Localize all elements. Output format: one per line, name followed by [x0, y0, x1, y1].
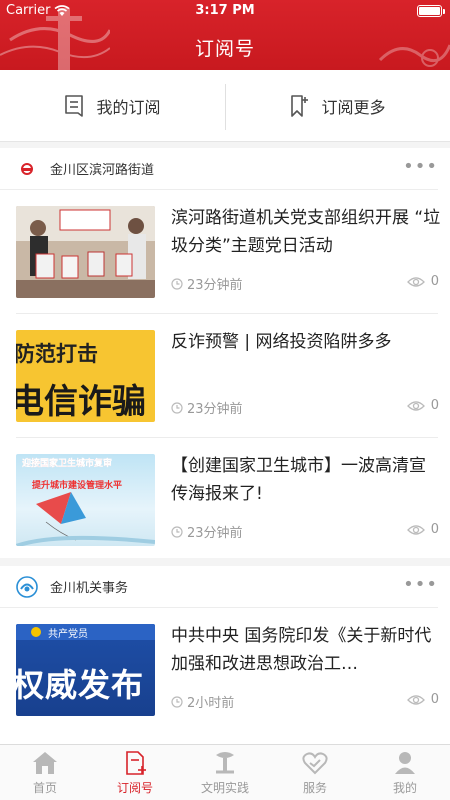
article-thumbnail — [16, 206, 155, 298]
article-title: 滨河路街道机关党支部组织开展 “垃圾分类”主题党日活动 — [171, 208, 441, 256]
article-thumbnail: 迎接国家卫生城市复审 提升城市建设管理水平 — [16, 454, 155, 546]
organization-logo-icon — [16, 575, 38, 598]
battery-icon — [417, 5, 445, 17]
group-header[interactable]: 金川区滨河路街道 ••• — [0, 148, 438, 190]
article-title: 反诈预警 | 网络投资陷阱多多 — [171, 332, 392, 352]
view-count: 0 — [406, 692, 439, 707]
article-item[interactable]: 迎接国家卫生城市复审 提升城市建设管理水平 【创建国家卫生城市】一波高清宣传海报… — [16, 438, 439, 562]
article-meta: 23分钟前 0 — [171, 398, 439, 417]
article-time: 23分钟前 — [187, 278, 243, 293]
tab-profile[interactable]: 我的 — [360, 745, 450, 800]
my-subscriptions-label: 我的订阅 — [96, 98, 161, 117]
status-bar: Carrier 3:17 PM — [0, 0, 450, 22]
view-count-value: 0 — [430, 398, 439, 413]
group-header[interactable]: 金川机关事务 ••• — [0, 566, 438, 608]
group-name: 金川区滨河路街道 — [50, 163, 155, 178]
service-icon — [302, 752, 328, 775]
page-title: 订阅号 — [194, 38, 255, 60]
tab-label: 首页 — [32, 781, 57, 795]
group-name: 金川机关事务 — [50, 581, 129, 596]
view-count: 0 — [406, 522, 439, 537]
more-options-icon[interactable]: ••• — [403, 576, 438, 594]
tab-label: 订阅号 — [116, 781, 153, 795]
article-item[interactable]: 共产党员 权威发布 中共中央 国务院印发《关于新时代加强和改进思想政治工… 2小… — [16, 608, 439, 732]
clock-icon — [171, 401, 183, 414]
tab-services[interactable]: 服务 — [270, 745, 360, 800]
status-time: 3:17 PM — [195, 3, 255, 18]
document-icon — [65, 95, 84, 117]
eye-icon — [406, 276, 425, 287]
clock-icon — [171, 277, 183, 290]
subscribe-icon — [126, 751, 146, 775]
bookmark-add-icon — [291, 95, 309, 117]
eye-icon — [406, 524, 425, 535]
article-meta: 23分钟前 0 — [171, 274, 439, 293]
thumbnail-tag: 共产党员 — [48, 629, 88, 640]
article-item[interactable]: 滨河路街道机关党支部组织开展 “垃圾分类”主题党日活动 23分钟前 0 — [16, 190, 441, 314]
article-meta: 2小时前 0 — [171, 692, 439, 711]
article-time: 23分钟前 — [187, 526, 243, 541]
view-count-value: 0 — [430, 522, 439, 537]
party-emblem-icon — [31, 627, 41, 637]
subscription-group: 金川机关事务 ••• 共产党员 权威发布 中共中央 国务院印发《关于新时代加强和… — [0, 566, 450, 744]
tab-home[interactable]: 首页 — [0, 745, 90, 800]
article-thumbnail: 防范打击 电信诈骗 — [16, 330, 155, 422]
view-count: 0 — [406, 274, 439, 289]
thumbnail-caption: 防范打击 — [16, 342, 98, 366]
eye-icon — [406, 400, 425, 411]
clock-icon — [171, 695, 183, 708]
article-item[interactable]: 防范打击 电信诈骗 反诈预警 | 网络投资陷阱多多 23分钟前 0 — [16, 314, 439, 438]
bottom-tab-bar: 首页 订阅号 文明实践 服务 我的 — [0, 744, 450, 800]
article-time: 23分钟前 — [187, 402, 243, 417]
more-subscriptions-label: 订阅更多 — [321, 98, 386, 117]
tab-subscriptions[interactable]: 订阅号 — [90, 745, 180, 800]
app-header: Carrier 3:17 PM 订阅号 — [0, 0, 450, 70]
thumbnail-caption: 迎接国家卫生城市复审 — [22, 459, 113, 469]
view-count: 0 — [406, 398, 439, 413]
more-subscriptions-button[interactable]: 订阅更多 — [225, 70, 450, 142]
subscription-segment-bar: 我的订阅 订阅更多 — [0, 70, 450, 142]
tab-label: 服务 — [302, 781, 327, 795]
article-title: 【创建国家卫生城市】一波高清宣传海报来了! — [171, 456, 426, 504]
tab-civilization-practice[interactable]: 文明实践 — [180, 745, 270, 800]
eye-icon — [406, 694, 425, 705]
tab-label: 我的 — [392, 781, 417, 795]
article-title: 中共中央 国务院印发《关于新时代加强和改进思想政治工… — [171, 626, 432, 674]
view-count-value: 0 — [430, 274, 439, 289]
profile-icon — [395, 752, 415, 774]
practice-icon — [216, 752, 234, 774]
thumbnail-caption: 电信诈骗 — [16, 382, 146, 422]
subscription-group: 金川区滨河路街道 ••• 滨河路街道机关党支部组织开展 “垃圾分类”主题党日活动 — [0, 148, 450, 558]
my-subscriptions-button[interactable]: 我的订阅 — [0, 70, 225, 142]
home-icon — [33, 752, 57, 774]
tab-label: 文明实践 — [200, 781, 249, 795]
article-thumbnail: 共产党员 权威发布 — [16, 624, 155, 716]
party-emblem-icon — [16, 158, 38, 180]
clock-icon — [171, 525, 183, 538]
article-time: 2小时前 — [187, 696, 235, 711]
view-count-value: 0 — [430, 692, 439, 707]
more-options-icon[interactable]: ••• — [403, 158, 438, 176]
article-meta: 23分钟前 0 — [171, 522, 439, 541]
thumbnail-caption: 权威发布 — [16, 666, 145, 704]
